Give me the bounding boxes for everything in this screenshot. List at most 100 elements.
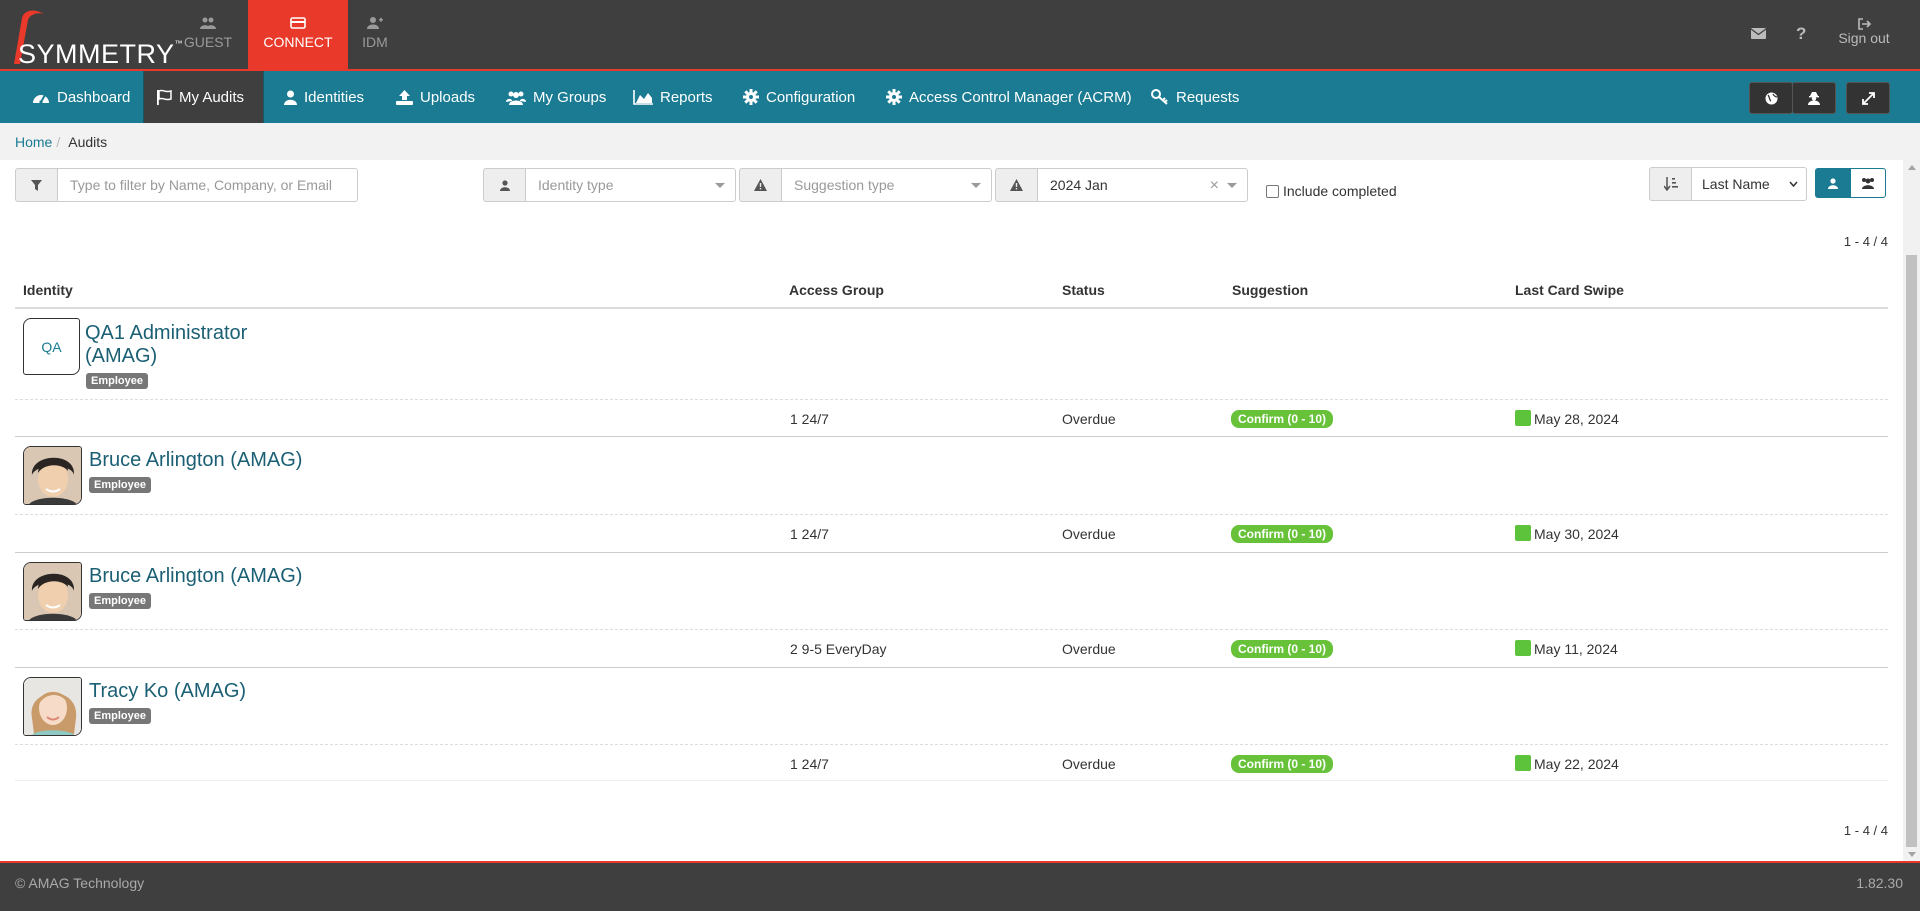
nav-my-audits[interactable]: My Audits (143, 71, 264, 123)
area-chart-icon (633, 89, 653, 105)
suggestion-badge[interactable]: Confirm (0 - 10) (1231, 410, 1334, 428)
nav-configuration[interactable]: Configuration (731, 71, 867, 123)
audit-detail-row: 1 24/7 Overdue Confirm (0 - 10) May 28, … (15, 399, 1888, 436)
last-swipe-value: May 30, 2024 (1534, 526, 1619, 542)
breadcrumb: Home / Audits (0, 123, 1920, 160)
nav-requests-label: Requests (1176, 88, 1240, 106)
identity-name-line2: (AMAG) (85, 345, 158, 367)
period-select[interactable]: 2024 Jan × (1038, 168, 1248, 202)
nav-dashboard[interactable]: Dashboard (20, 71, 142, 123)
user-secret-button[interactable] (1792, 82, 1836, 114)
nav-uploads[interactable]: Uploads (384, 71, 487, 123)
app-guest[interactable]: GUEST (158, 0, 258, 69)
help-button[interactable]: ? (1796, 24, 1806, 44)
footer-version: 1.82.30 (1856, 875, 1903, 891)
period-addon (995, 168, 1038, 202)
scrollbar-thumb[interactable] (1906, 255, 1917, 847)
table-row: QA QA1 Administrator (AMAG) Employee (15, 309, 1888, 399)
page-scrollbar[interactable] (1903, 160, 1920, 862)
user-add-icon (367, 17, 383, 29)
clear-icon[interactable]: × (1210, 177, 1219, 195)
nav-configuration-label: Configuration (766, 88, 856, 106)
nav-reports[interactable]: Reports (621, 71, 725, 123)
scroll-up-arrow[interactable] (1908, 165, 1916, 170)
breadcrumb-separator: / (56, 134, 61, 150)
user-icon (1828, 177, 1838, 189)
access-group-value: 1 24/7 (790, 411, 829, 427)
sort-select[interactable]: Last Name (1692, 167, 1807, 201)
user-icon (499, 179, 510, 191)
identity-type-badge: Employee (89, 708, 151, 724)
include-completed-checkbox[interactable]: Include completed (1266, 183, 1397, 199)
question-icon: ? (1796, 24, 1807, 43)
search-input[interactable]: Type to filter by Name, Company, or Emai… (58, 168, 358, 202)
suggestion-badge[interactable]: Confirm (0 - 10) (1231, 755, 1334, 773)
avatar[interactable] (23, 677, 82, 736)
pagination-count-bottom: 1 - 4 / 4 (1843, 823, 1888, 838)
breadcrumb-home[interactable]: Home (15, 134, 52, 150)
filter-icon (31, 179, 42, 191)
user-secret-icon (1808, 92, 1820, 105)
col-identity[interactable]: Identity (23, 282, 73, 298)
nav-identities[interactable]: Identities (272, 71, 376, 123)
nav-my-groups-label: My Groups (533, 88, 607, 106)
col-suggestion[interactable]: Suggestion (1232, 282, 1308, 298)
gear-icon (886, 89, 902, 105)
nav-uploads-label: Uploads (420, 88, 476, 106)
identity-type-select[interactable]: Identity type (526, 168, 736, 202)
identity-type-badge: Employee (89, 593, 151, 609)
upload-icon (396, 89, 413, 105)
fullscreen-button[interactable] (1846, 82, 1890, 114)
pagination-count-top: 1 - 4 / 4 (1843, 234, 1888, 249)
search-placeholder: Type to filter by Name, Company, or Emai… (70, 177, 332, 193)
sign-out-button[interactable]: Sign out (1835, 18, 1893, 46)
view-group-button[interactable] (1850, 168, 1886, 198)
audit-detail-row: 1 24/7 Overdue Confirm (0 - 10) May 22, … (15, 744, 1888, 781)
nav-acrm[interactable]: Access Control Manager (ACRM) (874, 71, 1144, 123)
checkbox-box[interactable] (1266, 184, 1279, 198)
identity-name-link[interactable]: Tracy Ko (AMAG) (89, 680, 246, 703)
chevron-down-icon (971, 183, 981, 188)
app-idm-label: IDM (362, 34, 388, 50)
swipe-status-indicator (1515, 410, 1531, 426)
suggestion-badge[interactable]: Confirm (0 - 10) (1231, 640, 1334, 658)
table-row: Tracy Ko (AMAG) Employee (15, 667, 1888, 745)
view-single-button[interactable] (1815, 168, 1851, 198)
globe-icon (1765, 92, 1777, 104)
sort-addon (1649, 167, 1692, 201)
avatar[interactable]: QA (23, 318, 80, 375)
col-access-group[interactable]: Access Group (789, 282, 884, 298)
swipe-status-indicator (1515, 755, 1531, 771)
avatar[interactable] (23, 446, 82, 505)
table-row: Bruce Arlington (AMAG) Employee (15, 552, 1888, 630)
identity-type-badge: Employee (86, 373, 148, 389)
nav-my-audits-label: My Audits (179, 88, 245, 106)
col-status[interactable]: Status (1062, 282, 1105, 298)
chevron-down-icon (1227, 183, 1237, 188)
card-icon (290, 17, 306, 29)
gear-icon (743, 89, 759, 105)
scroll-down-arrow[interactable] (1908, 852, 1916, 857)
last-swipe-value: May 11, 2024 (1534, 641, 1618, 657)
nav-requests[interactable]: Requests (1139, 71, 1251, 123)
symmetry-logo[interactable]: SYMMETRY™ (8, 6, 183, 69)
swipe-status-indicator (1515, 640, 1531, 656)
sign-out-label: Sign out (1838, 30, 1890, 46)
identity-name-link[interactable]: Bruce Arlington (AMAG) (89, 449, 302, 472)
table-header: Identity Access Group Status Suggestion … (15, 280, 1888, 309)
avatar[interactable] (23, 562, 82, 621)
person-photo-icon (24, 447, 81, 504)
nav-my-groups[interactable]: My Groups (494, 71, 618, 123)
suggestion-badge[interactable]: Confirm (0 - 10) (1231, 525, 1334, 543)
mail-button[interactable] (1751, 28, 1766, 39)
identity-name-link[interactable]: Bruce Arlington (AMAG) (89, 565, 302, 588)
sort-value: Last Name (1702, 176, 1770, 192)
col-last-card-swipe[interactable]: Last Card Swipe (1515, 282, 1624, 298)
period-value: 2024 Jan (1050, 177, 1108, 193)
sort-amount-icon (1663, 177, 1678, 191)
suggestion-type-select[interactable]: Suggestion type (782, 168, 992, 202)
identity-name-link[interactable]: QA1 Administrator (AMAG) (85, 322, 247, 368)
globe-button[interactable] (1749, 82, 1793, 114)
app-idm[interactable]: IDM (325, 0, 425, 69)
key-icon (1151, 89, 1168, 105)
